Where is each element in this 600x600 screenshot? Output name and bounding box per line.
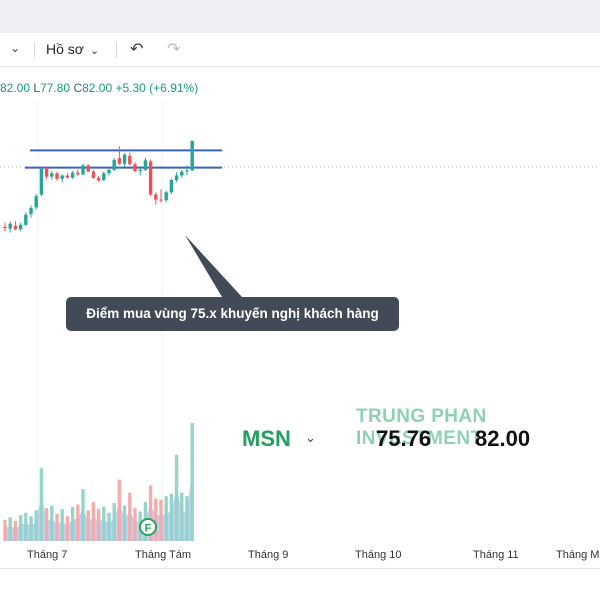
volume-bar <box>164 496 168 541</box>
candle-body <box>29 208 33 215</box>
candle-body <box>102 173 106 180</box>
volume-bar <box>117 479 122 541</box>
candle-body <box>76 172 80 175</box>
volume-bar <box>174 454 179 541</box>
volume-bar <box>133 508 137 541</box>
candle-body <box>185 170 189 172</box>
callout-pointer <box>185 235 242 297</box>
ticker-symbol: MSN <box>242 426 291 451</box>
candle-body <box>18 224 23 230</box>
volume-bar <box>81 489 85 541</box>
candle-body <box>8 223 12 229</box>
volume-bar <box>76 504 80 541</box>
candle-body <box>169 180 174 193</box>
volume-bar <box>96 509 101 541</box>
candle-body <box>60 175 64 179</box>
candle-body <box>180 171 184 176</box>
candle-body <box>24 214 28 225</box>
volume-bar <box>24 512 28 541</box>
volume-bar <box>18 515 23 541</box>
x-tick-label: Tháng Tám <box>135 549 192 561</box>
value-secondary: 82.00 <box>475 426 531 451</box>
volume-bar <box>112 503 116 541</box>
volume-bar <box>180 492 184 541</box>
volume-bar <box>13 520 18 541</box>
candle-body <box>13 225 18 230</box>
x-tick-label: Tháng 11 <box>473 549 519 561</box>
volume-bar <box>185 496 189 541</box>
candle-body <box>81 165 85 175</box>
candle-body <box>39 168 44 195</box>
candle-body <box>44 168 49 177</box>
candle-body <box>96 177 101 181</box>
volume-bar <box>169 493 174 541</box>
volume-bar <box>50 505 54 541</box>
candle-body <box>107 169 111 174</box>
volume-bar <box>70 506 75 541</box>
volume-bar <box>39 467 44 541</box>
candle-body <box>70 172 75 178</box>
candle-body <box>138 169 142 171</box>
volume-bar <box>29 516 33 541</box>
candle-body <box>3 227 7 229</box>
volume-bar <box>8 517 12 541</box>
candle-body <box>154 194 158 200</box>
volume-bar <box>86 510 90 541</box>
x-tick-label: Tháng Mư <box>556 549 600 561</box>
candle-body <box>133 164 137 171</box>
event-marker-label: F <box>145 523 152 535</box>
candle-body <box>86 165 90 172</box>
volume-bar <box>3 519 7 541</box>
candle-body <box>91 171 96 178</box>
volume-bar <box>34 510 38 541</box>
volume-bar <box>102 506 106 541</box>
volume-bar <box>154 498 158 541</box>
volume-bar <box>190 423 194 541</box>
chevron-down-icon[interactable]: ⌄ <box>305 430 316 446</box>
candle-body <box>34 196 38 208</box>
candle-body <box>143 160 148 170</box>
x-tick-label: Tháng 7 <box>27 549 68 561</box>
volume-bar <box>60 509 64 541</box>
volume-bar <box>44 508 49 541</box>
x-tick-label: Tháng 9 <box>248 549 289 561</box>
x-axis-baseline <box>0 568 600 569</box>
volume-bar <box>128 492 132 541</box>
candle-body <box>148 161 153 195</box>
x-tick-label: Tháng 10 <box>355 549 402 561</box>
candle-body <box>50 173 54 177</box>
candle-body <box>159 199 163 201</box>
volume-bar <box>122 505 127 541</box>
candle-body <box>112 159 116 170</box>
candle-body <box>164 192 168 201</box>
volume-bar <box>107 512 111 541</box>
value-primary: 75.76 <box>376 426 432 451</box>
volume-bar <box>65 516 70 541</box>
candle-body <box>128 155 132 165</box>
candle-body <box>55 173 59 179</box>
candle-body <box>122 154 127 164</box>
candle-body <box>65 175 70 178</box>
volume-bar <box>91 502 96 541</box>
candle-body <box>190 140 194 171</box>
candle-body <box>117 158 122 164</box>
annotation-callout[interactable]: Điểm mua vùng 75.x khuyến nghị khách hàn… <box>66 297 399 331</box>
volume-bar <box>159 499 163 541</box>
candle-body <box>174 175 179 180</box>
volume-bar <box>55 513 59 541</box>
